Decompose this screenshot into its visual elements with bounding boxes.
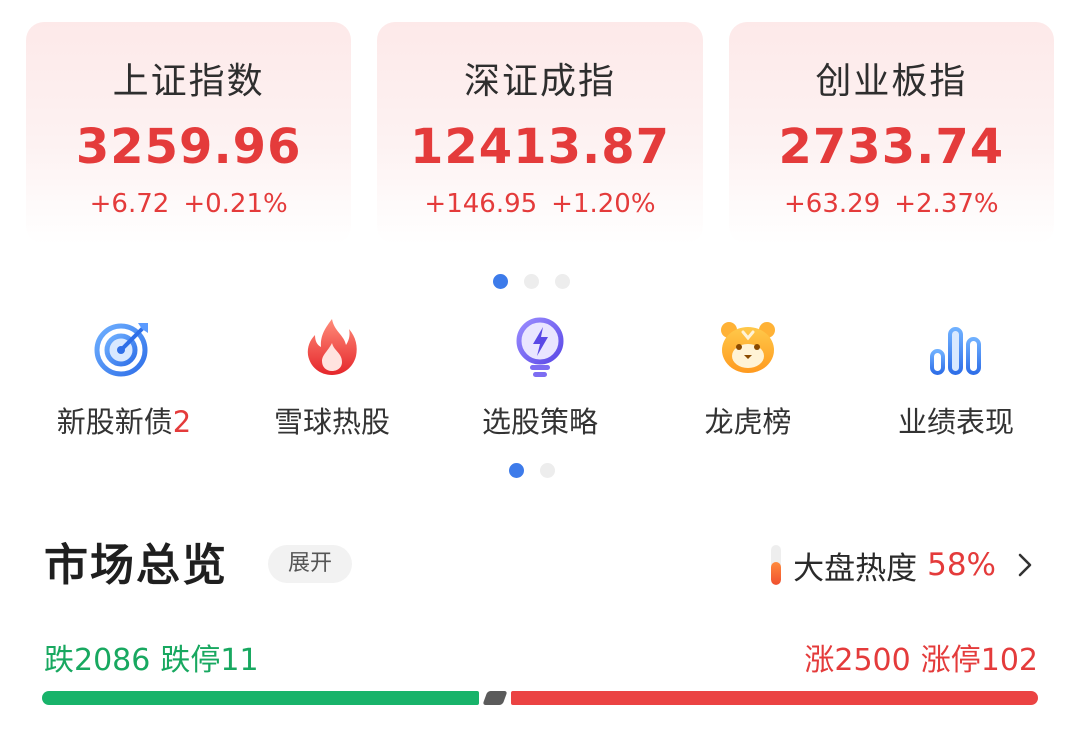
index-pager xyxy=(493,274,570,289)
shortcut-pager xyxy=(509,463,555,478)
lightbulb-icon xyxy=(516,317,564,377)
pager-dot-3[interactable] xyxy=(555,274,570,289)
market-heat-value: 58% xyxy=(927,547,996,583)
index-change-points: +6.72 xyxy=(89,189,170,219)
advance-stats: 涨2500 涨停102 xyxy=(804,640,1038,682)
index-card-shanghai[interactable]: 上证指数 3259.96 +6.72 +0.21% xyxy=(26,22,352,244)
index-value: 3259.96 xyxy=(75,119,302,175)
advance-bar-segment xyxy=(511,691,1038,705)
shortcut-label: 业绩表现 xyxy=(897,405,1014,439)
limit-up-count: 涨停102 xyxy=(920,643,1038,678)
index-value: 2733.74 xyxy=(778,119,1005,175)
index-change-percent: +0.21% xyxy=(183,189,288,219)
new-count-badge: 2 xyxy=(172,405,192,439)
shortcut-label: 选股策略 xyxy=(481,405,598,439)
shortcut-stock-picking[interactable]: 选股策略 xyxy=(436,315,644,445)
market-overview-title: 市场总览 xyxy=(44,540,228,591)
shortcut-hot-stocks[interactable]: 雪球热股 xyxy=(228,315,436,445)
flame-icon xyxy=(307,319,357,375)
thermometer-icon xyxy=(771,545,782,585)
shortcut-grid: 新股新债2 雪球热股 选股策略 龙虎榜 业绩表现 xyxy=(20,315,1060,445)
decline-bar-segment xyxy=(42,691,479,705)
chevron-right-icon xyxy=(1018,553,1032,577)
index-change-percent: +2.37% xyxy=(894,189,999,219)
pager-dot-1[interactable] xyxy=(493,274,508,289)
tiger-icon xyxy=(721,322,775,373)
shortcut-label: 龙虎榜 xyxy=(704,405,792,439)
index-name: 上证指数 xyxy=(112,61,265,102)
index-change: +63.29 +2.37% xyxy=(729,188,1054,220)
expand-button[interactable]: 展开 xyxy=(268,545,352,583)
index-card-chinext[interactable]: 创业板指 2733.74 +63.29 +2.37% xyxy=(728,22,1054,244)
pager-dot-1[interactable] xyxy=(509,463,524,478)
pager-dot-2[interactable] xyxy=(540,463,555,478)
advance-count: 涨2500 xyxy=(804,643,911,678)
index-cards: 上证指数 3259.96 +6.72 +0.21% 深证成指 12413.87 +… xyxy=(26,22,1054,244)
shortcut-earnings-performance[interactable]: 业绩表现 xyxy=(852,315,1060,445)
index-value: 12413.87 xyxy=(409,119,670,175)
decline-stats: 跌2086 跌停11 xyxy=(44,640,259,682)
index-change: +146.95 +1.20% xyxy=(377,188,702,220)
market-heat[interactable]: 大盘热度 58% xyxy=(771,540,1040,590)
index-change-points: +63.29 xyxy=(784,189,881,219)
target-icon xyxy=(94,323,148,377)
index-name: 创业板指 xyxy=(815,61,968,102)
shortcut-dragon-tiger-list[interactable]: 龙虎榜 xyxy=(644,315,852,445)
limit-down-count: 跌停11 xyxy=(160,643,259,678)
shortcut-label: 新股新债2 xyxy=(56,405,192,439)
market-heat-label: 大盘热度 xyxy=(793,550,918,587)
index-change-percent: +1.20% xyxy=(551,189,656,219)
pager-dot-2[interactable] xyxy=(524,274,539,289)
market-breadth-bar xyxy=(42,691,1038,705)
decline-count: 跌2086 xyxy=(44,643,151,678)
shortcut-label: 雪球热股 xyxy=(273,405,390,439)
shortcut-new-stocks-bonds[interactable]: 新股新债2 xyxy=(20,315,228,445)
flat-bar-segment xyxy=(482,691,508,705)
index-change: +6.72 +0.21% xyxy=(26,188,351,220)
index-card-shenzhen[interactable]: 深证成指 12413.87 +146.95 +1.20% xyxy=(377,22,703,244)
thermometer-level xyxy=(771,561,782,585)
index-change-points: +146.95 xyxy=(424,189,538,219)
bar-chart-icon xyxy=(930,327,981,375)
index-name: 深证成指 xyxy=(463,61,616,102)
